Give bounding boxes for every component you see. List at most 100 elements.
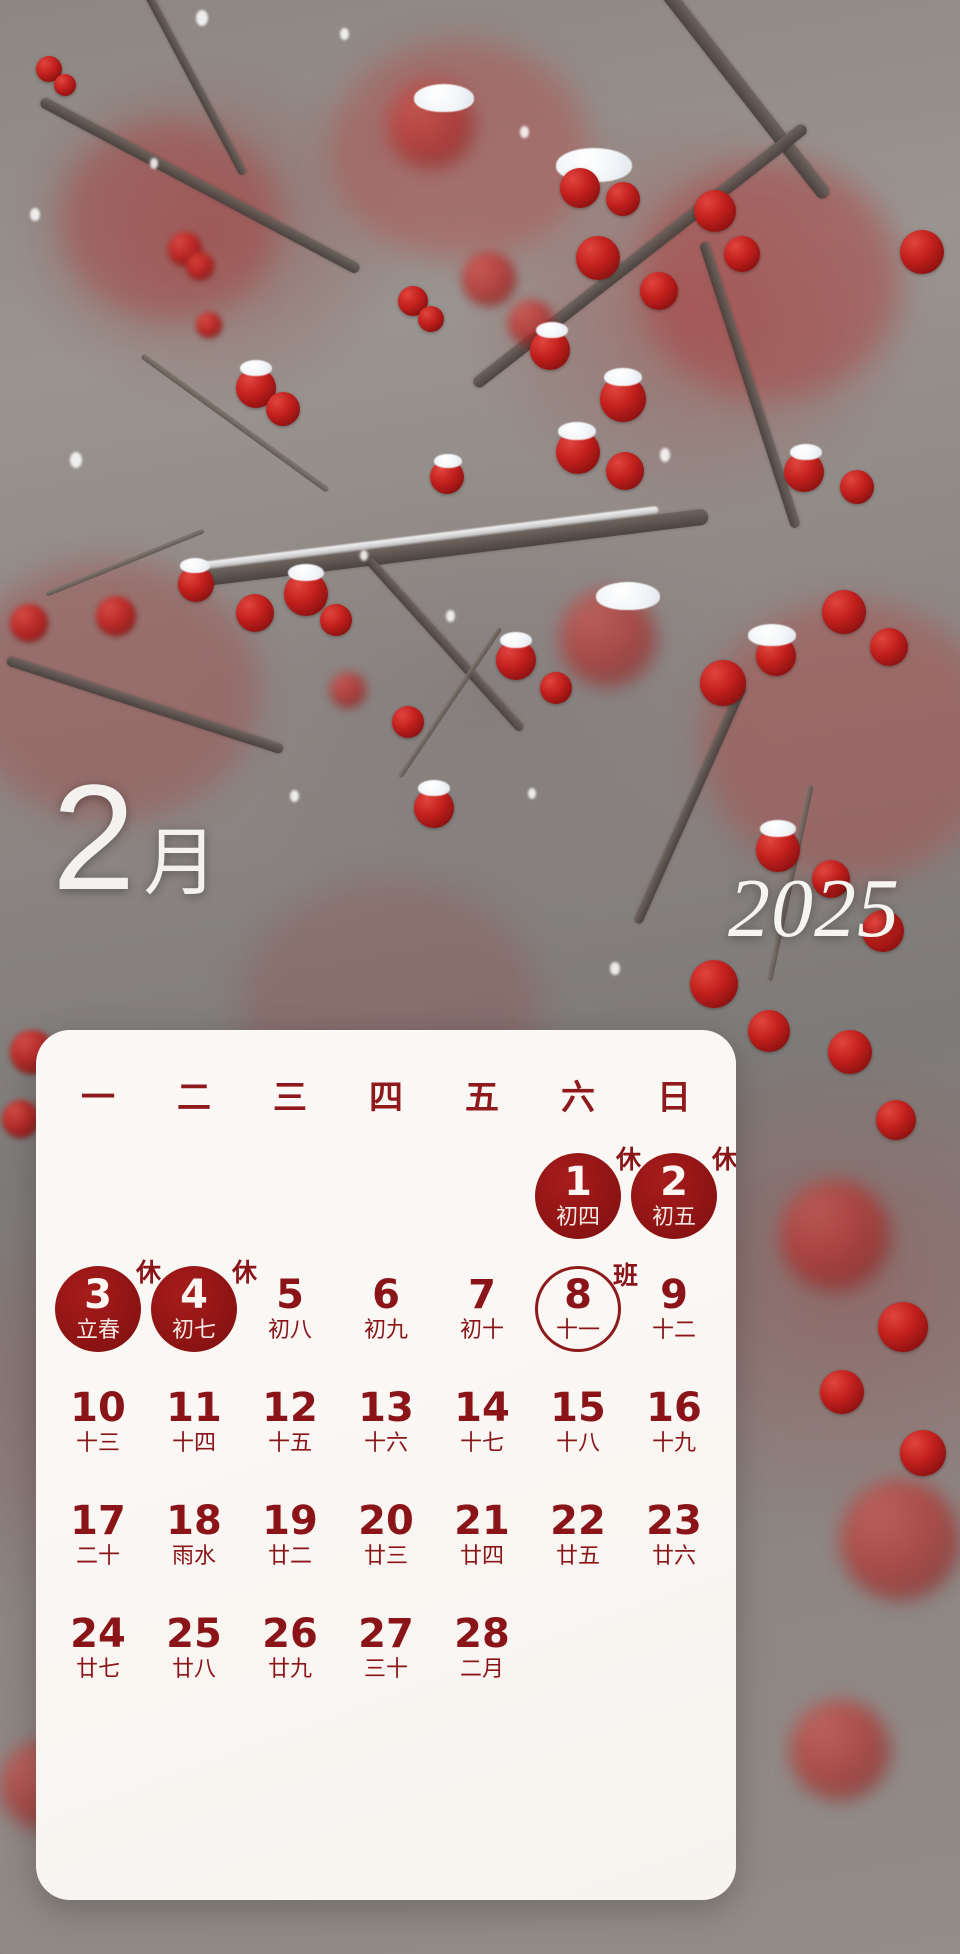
day-plain: 25 廿八 [151,1605,237,1691]
berry [748,1010,790,1052]
snow-cap [596,582,660,610]
day-number: 6 [372,1272,400,1318]
bokeh-blur [330,40,590,260]
bokeh-blur [640,160,900,400]
day-plain: 11 十四 [151,1379,237,1465]
berry [530,330,570,370]
calendar-week-row: 17 二十 18 雨水 19 廿二 20 廿三 21 廿四 22 廿五 23 廿六 [50,1478,722,1591]
calendar-day-cell[interactable]: 10 十三 [50,1365,146,1478]
day-number: 16 [646,1385,702,1431]
day-plain: 10 十三 [55,1379,141,1465]
berry [900,1430,946,1476]
day-plain: 15 十八 [535,1379,621,1465]
day-number: 25 [166,1611,222,1657]
calendar-day-cell[interactable]: 4 初七休 [146,1252,257,1365]
snowflake [290,790,299,802]
calendar-day-cell[interactable]: 14 十七 [434,1365,530,1478]
calendar-day-cell[interactable]: 25 廿八 [146,1591,242,1704]
calendar-day-cell[interactable]: 15 十八 [530,1365,626,1478]
berry [284,572,328,616]
berry [418,306,444,332]
snowflake [610,962,620,975]
day-plain: 13 十六 [343,1379,429,1465]
calendar-day-cell[interactable]: 1 初四休 [530,1139,641,1252]
calendar-day-cell[interactable]: 7 初十 [434,1252,530,1365]
snowflake [360,550,368,561]
day-plain: 20 廿三 [343,1492,429,1578]
lunar-label: 二月 [459,1657,504,1682]
snow-cap [760,820,796,837]
day-number: 12 [262,1385,318,1431]
berry [576,236,620,280]
calendar-day-cell[interactable]: 6 初九 [338,1252,434,1365]
day-plain: 16 十九 [631,1379,717,1465]
page-title-year: 2025 [728,862,900,955]
lunar-label: 十一 [555,1318,600,1343]
calendar-day-cell[interactable]: 17 二十 [50,1478,146,1591]
calendar-day-cell[interactable]: 8 十一班 [530,1252,638,1365]
calendar-day-cell[interactable]: 21 廿四 [434,1478,530,1591]
day-number: 10 [70,1385,126,1431]
snow-cap [288,564,324,581]
calendar-day-cell[interactable]: 24 廿七 [50,1591,146,1704]
day-plain: 24 廿七 [55,1605,141,1691]
calendar-day-cell[interactable]: 11 十四 [146,1365,242,1478]
snow-cap [748,624,796,646]
berry [690,960,738,1008]
lunar-label: 十七 [459,1431,504,1456]
lunar-label: 十八 [555,1431,600,1456]
calendar-day-cell[interactable]: 19 廿二 [242,1478,338,1591]
day-plain: 17 二十 [55,1492,141,1578]
berry [496,640,536,680]
wallpaper-calendar-screen: 2 月 2025 一二三四五六日 1 初四休 2 初五休 3 立春休 4 初七休 5 初八 6 初九 7… [0,0,960,1954]
berry [790,1700,890,1800]
lunar-label: 十三 [75,1431,120,1456]
day-plain: 5 初八 [247,1266,333,1352]
calendar-day-cell[interactable]: 23 廿六 [626,1478,722,1591]
day-plain: 18 雨水 [151,1492,237,1578]
day-plain: 7 初十 [439,1266,525,1352]
weekday-header: 三 [273,1078,307,1118]
berry [508,300,554,346]
calendar-day-cell[interactable]: 27 三十 [338,1591,434,1704]
berry [556,430,600,474]
calendar-day-cell[interactable]: 26 廿九 [242,1591,338,1704]
lunar-label: 十六 [363,1431,408,1456]
day-number: 5 [276,1272,304,1318]
lunar-label: 廿四 [459,1544,504,1569]
day-plain: 12 十五 [247,1379,333,1465]
snow-cap [500,632,532,648]
calendar-day-cell[interactable]: 22 廿五 [530,1478,626,1591]
berry [392,706,424,738]
calendar-day-cell[interactable]: 18 雨水 [146,1478,242,1591]
day-number: 14 [454,1385,510,1431]
weekday-header-row: 一二三四五六日 [50,1056,722,1129]
twig [45,528,205,597]
calendar-day-cell[interactable]: 2 初五 休 [626,1139,736,1252]
snowflake [70,452,82,468]
snow-cap [556,148,632,182]
berry [560,168,600,208]
day-plain: 21 廿四 [439,1492,525,1578]
calendar-grid: 1 初四休 2 初五休 3 立春休 4 初七休 5 初八 6 初九 7 初十 8 十一班 9 十二 10 十三 11 十四… [50,1139,736,1704]
calendar-day-cell[interactable]: 16 十九 [626,1365,722,1478]
calendar-day-cell[interactable]: 9 十二 [626,1252,722,1365]
calendar-week-row: 24 廿七 25 廿八 26 廿九 27 三十 28 二月 [50,1591,722,1704]
calendar-day-cell[interactable]: 20 廿三 [338,1478,434,1591]
holiday-day-disk: 4 初七休 [151,1260,257,1352]
calendar-day-cell[interactable]: 28 二月 [434,1591,530,1704]
day-plain: 27 三十 [343,1605,429,1691]
lunar-label: 廿六 [651,1544,696,1569]
snowflake [520,126,529,138]
lunar-label: 十四 [171,1431,216,1456]
twig [140,352,330,494]
calendar-day-cell[interactable]: 5 初八 [242,1252,338,1365]
calendar-day-cell[interactable]: 13 十六 [338,1365,434,1478]
twig [397,626,503,779]
berry [876,1100,916,1140]
berry [54,74,76,96]
calendar-week-row: 1 初四休 2 初五 休 [50,1139,736,1252]
bokeh-blur [700,600,960,880]
calendar-day-cell[interactable]: 12 十五 [242,1365,338,1478]
calendar-day-cell[interactable]: 3 立春休 [50,1252,161,1365]
